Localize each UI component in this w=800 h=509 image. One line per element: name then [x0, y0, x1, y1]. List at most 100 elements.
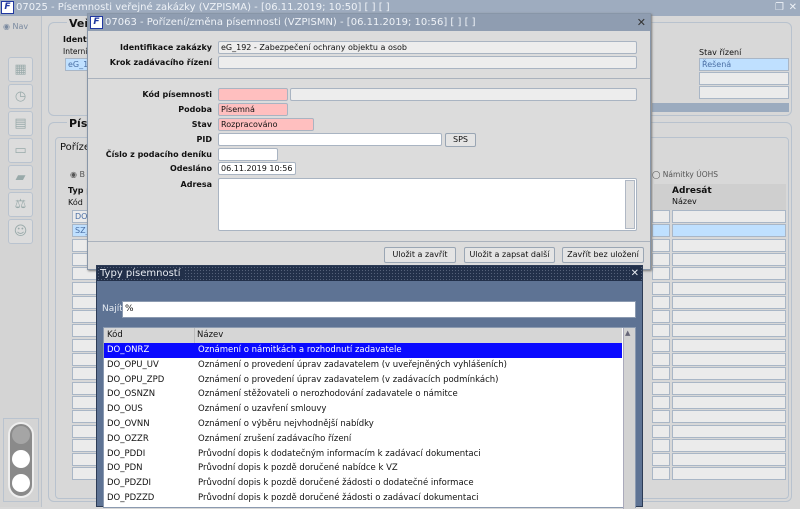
adresat-cell[interactable]	[672, 310, 786, 324]
adresat-cell[interactable]	[672, 410, 786, 424]
adresat-cell[interactable]	[672, 367, 786, 381]
item-nazev: Průvodní dopis k pozdě doručené žádosti …	[198, 493, 479, 503]
main-window-title: 07025 - Písemnosti veřejné zakázky (VZPI…	[16, 2, 390, 13]
adresat-cell[interactable]	[672, 424, 786, 438]
close-without-save-button[interactable]: Zavřít bez uložení	[562, 247, 644, 263]
pisemnost-cell[interactable]	[652, 338, 670, 352]
notebook-icon[interactable]: ▤	[8, 111, 33, 136]
item-nazev: Oznámení o námitkách a rozhodnutí zadava…	[198, 345, 402, 355]
item-kod: DO_OUS	[107, 404, 143, 415]
pisemnost-cell[interactable]	[652, 310, 670, 324]
adresat-cell[interactable]	[672, 395, 786, 409]
adresat-cell[interactable]	[672, 324, 786, 338]
list-item[interactable]: DO_ONRZ Oznámení o námitkách a rozhodnutí…	[104, 343, 622, 358]
item-nazev: Oznámení o uzavření smlouvy	[198, 404, 327, 415]
odeslano-field[interactable]: 06.11.2019 10:56	[218, 162, 296, 175]
list-item[interactable]: DO_OVNN Oznámení o výběru nejvhodnější na…	[104, 417, 622, 432]
pisemnost-cell[interactable]	[652, 252, 670, 266]
main-close-icon[interactable]: ✕	[789, 0, 797, 16]
radio-namitky[interactable]: ◯ Námitky ÚOHS	[652, 170, 718, 179]
identifikace-field[interactable]: eG_192 - Zabezpečení ochrany objektu a o…	[218, 41, 637, 54]
list-item[interactable]: DO_PDN Průvodní dopis k pozdě doručené na…	[104, 461, 622, 476]
sps-button[interactable]: SPS	[445, 133, 476, 147]
pisemnost-cell[interactable]	[652, 281, 670, 295]
list-item[interactable]: DO_PDDI Průvodní dopis k dodatečným infor…	[104, 447, 622, 462]
stav-rizeni-cell[interactable]: Řešená	[699, 58, 789, 71]
stav-rizeni-cell[interactable]	[699, 86, 789, 99]
stav-rizeni-cell[interactable]	[699, 72, 789, 85]
pisemnost-cell[interactable]	[652, 381, 670, 395]
save-next-button[interactable]: Uložit a zapsat další	[464, 247, 555, 263]
podoba-field[interactable]: Písemná	[218, 103, 288, 116]
adresat-cell[interactable]	[672, 281, 786, 295]
cislo-field[interactable]	[218, 148, 278, 161]
adresat-cell[interactable]	[672, 252, 786, 266]
nav-label: Nav	[12, 22, 29, 31]
pisemnost-cell[interactable]	[652, 238, 670, 252]
pisemnost-cell[interactable]	[652, 224, 670, 238]
search-label: Najít	[102, 304, 123, 314]
pisemnost-cell[interactable]	[652, 210, 670, 223]
adresat-cell[interactable]	[672, 467, 786, 481]
adresat-cell[interactable]	[672, 438, 786, 452]
adresa-scrollbar[interactable]	[625, 180, 635, 229]
adresat-cell[interactable]	[672, 238, 786, 252]
pisemnost-cell[interactable]	[652, 453, 670, 467]
horizontal-scrollbar[interactable]	[652, 103, 789, 112]
pisemnost-cell[interactable]	[652, 353, 670, 366]
cislo-label: Číslo z podacího deníku	[105, 150, 212, 159]
scales-icon[interactable]: ⚖	[8, 192, 33, 217]
pisemnost-cell[interactable]	[652, 367, 670, 381]
kod-field[interactable]	[218, 88, 288, 101]
adresat-cell[interactable]	[672, 353, 786, 366]
dialog-logo-icon: F	[90, 16, 103, 29]
list-item[interactable]: DO_OZZR Oznámení zrušení zadávacího řízen…	[104, 432, 622, 447]
radio-b[interactable]: ◉ B	[70, 170, 85, 179]
user-icon[interactable]: ☺	[8, 219, 33, 244]
nav-button[interactable]: ◉ Nav	[3, 22, 28, 31]
list-scrollbar[interactable]: ▲	[623, 328, 635, 509]
pisemnost-cell[interactable]	[652, 410, 670, 424]
scroll-up-icon[interactable]: ▲	[625, 329, 630, 337]
adresat-cell[interactable]	[672, 453, 786, 467]
search-input[interactable]: %	[122, 301, 636, 318]
pisemnost-cell[interactable]	[652, 395, 670, 409]
podoba-label: Podoba	[178, 105, 212, 114]
adresat-cell[interactable]	[672, 338, 786, 352]
dialog-close-icon[interactable]: ✕	[637, 14, 646, 31]
identifikace-label: Identifikace zakázky	[120, 43, 212, 52]
printer-icon[interactable]: ▰	[8, 165, 33, 190]
list-item[interactable]: DO_OUS Oznámení o uzavření smlouvy	[104, 402, 622, 417]
adresat-cell[interactable]	[672, 295, 786, 309]
list-item[interactable]: DO_OSNZN Oznámení stěžovateli o nerozhodo…	[104, 387, 622, 402]
restore-icon[interactable]: ❐	[775, 0, 784, 16]
clock-icon[interactable]: ◷	[8, 84, 33, 109]
toolbox-icon[interactable]: ▭	[8, 138, 33, 163]
adresat-cell[interactable]	[672, 224, 786, 238]
krok-label: Krok zadávacího řízení	[109, 58, 212, 67]
item-nazev: Oznámení o provedení úprav zadavatelem (…	[198, 359, 507, 370]
adresat-label: Adresát	[672, 186, 712, 196]
list-item[interactable]: DO_PDZDI Průvodní dopis k pozdě doručené …	[104, 476, 622, 491]
pisemnost-cell[interactable]	[652, 424, 670, 438]
pid-field[interactable]	[218, 133, 442, 146]
list-item[interactable]: DO_PDZZD Průvodní dopis k pozdě doručené …	[104, 491, 622, 506]
pisemnost-cell[interactable]	[652, 324, 670, 338]
stav-field[interactable]: Rozpracováno	[218, 118, 314, 131]
pisemnost-cell[interactable]	[652, 467, 670, 481]
pisemnost-cell[interactable]	[652, 438, 670, 452]
adresat-cell[interactable]	[672, 210, 786, 223]
pisemnost-cell[interactable]	[652, 295, 670, 309]
pisemnost-cell[interactable]	[652, 267, 670, 281]
kod-header: Kód	[68, 198, 83, 207]
list-item[interactable]: DO_OPU_ZPD Oznámení o provedení úprav zad…	[104, 373, 622, 388]
typy-pisemnosti-popup: Typy písemností ✕ Najít % Kód Název DO_O…	[96, 265, 643, 509]
form-icon[interactable]: ▦	[8, 57, 33, 82]
save-close-button[interactable]: Uložit a zavřít	[384, 247, 456, 263]
adresat-cell[interactable]	[672, 381, 786, 395]
krok-field[interactable]	[218, 56, 637, 69]
list-item[interactable]: DO_OPU_UV Oznámení o provedení úprav zada…	[104, 358, 622, 373]
popup-close-icon[interactable]: ✕	[630, 266, 639, 281]
adresa-textarea[interactable]	[218, 178, 637, 231]
adresat-cell[interactable]	[672, 267, 786, 281]
